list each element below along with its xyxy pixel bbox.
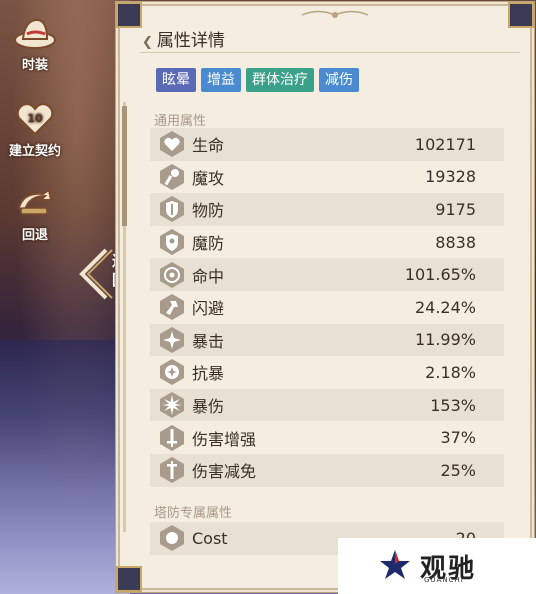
stat-value: 25% [440,460,476,480]
stat-name: 闪避 [192,299,225,319]
rollback-label: 回退 [21,228,48,243]
stat-name: 暴击 [192,331,225,351]
stat-row: 命中 101.65% [150,258,504,291]
stat-row: 暴伤 153% [150,388,504,422]
shield-icon [160,196,184,223]
contract-label: 建立契约 [8,144,61,159]
stat-name: 物防 [192,201,225,221]
stat-row: 闪避 24.24% [150,291,504,324]
star-logo-icon [380,550,410,579]
dodge-icon [160,294,184,321]
tag-list: 眩晕 增益 群体治疗 减伤 [156,68,359,92]
stat-value: 101.65% [404,265,476,285]
crit-damage-icon [160,392,184,419]
chevron-left-small-icon: ❮ [142,35,153,50]
contract-badge: 10 [27,112,43,125]
rollback-button[interactable]: 回退 [0,182,70,243]
heart-contract-icon: 10 [16,103,54,136]
target-icon [160,261,184,288]
stat-row: 伤害增强 37% [150,421,504,454]
stat-name: 暴伤 [192,397,225,417]
anti-crit-icon [160,359,184,386]
title-text: 属性详情 [156,31,225,51]
stat-row: 物防 9175 [150,193,504,226]
watermark-logo: 观驰 GUANCHI [338,538,536,594]
skill-tag: 群体治疗 [246,68,314,92]
heart-icon [160,131,184,158]
contract-button[interactable]: 10 建立契约 [0,98,70,159]
stat-value: 153% [430,395,476,415]
watermark-sub: GUANCHI [424,576,464,584]
stat-row: 魔防 8838 [150,226,504,259]
skill-tag: 眩晕 [156,68,196,92]
page-title: ❮ 属性详情 [142,26,225,51]
stat-value: 19328 [425,167,476,187]
general-section-label: 通用属性 [154,114,207,129]
attribute-detail-panel: ❮ 属性详情 眩晕 增益 群体治疗 减伤 通用属性 生命 102171 魔攻 19328 物防 9… [116,2,534,592]
back-button[interactable]: 返回 [78,248,127,300]
magic-shield-icon [160,229,184,256]
stat-name: Cost [192,528,228,548]
stat-row: 伤害减免 25% [150,453,504,487]
skill-tag: 增益 [201,68,241,92]
corner-ornament [116,566,142,592]
top-ornament [301,10,369,18]
stat-name: 伤害减免 [192,462,257,482]
fashion-label: 时装 [21,58,48,73]
corner-ornament [508,2,534,28]
scrollbar[interactable] [121,102,129,532]
stat-name: 伤害增强 [192,429,257,449]
stat-value: 102171 [414,134,476,154]
stat-row: 魔攻 19328 [150,161,504,194]
stat-name: 命中 [192,266,225,286]
corner-ornament [116,2,142,28]
fashion-button[interactable]: 时装 [0,12,70,73]
rollback-icon [17,188,53,215]
sword-down-icon [160,457,184,484]
stat-row: 暴击 11.99% [150,323,504,357]
tower-section-label: 塔防专属属性 [154,506,233,521]
stat-row: 生命 102171 [150,128,504,161]
divider [140,52,520,53]
stat-row: 抗暴 2.18% [150,356,504,389]
stat-name: 魔攻 [192,168,225,188]
skill-tag: 减伤 [319,68,359,92]
stat-name: 抗暴 [192,364,225,384]
stat-value: 11.99% [414,330,476,350]
cost-icon [160,525,184,552]
sword-up-icon [160,424,184,451]
stat-name: 生命 [192,136,225,156]
scene-floor [0,340,130,594]
stat-list: 生命 102171 魔攻 19328 物防 9175 魔防 8838 命中 101.65% 闪避 24… [150,128,504,487]
stat-value: 8838 [435,232,476,252]
stat-name: 魔防 [192,234,225,254]
wand-icon [160,163,184,190]
stat-value: 37% [440,428,476,448]
hat-icon [14,18,56,49]
crit-icon [160,326,184,353]
stat-value: 24.24% [414,297,476,317]
stat-value: 9175 [435,199,476,219]
stat-value: 2.18% [425,362,476,382]
